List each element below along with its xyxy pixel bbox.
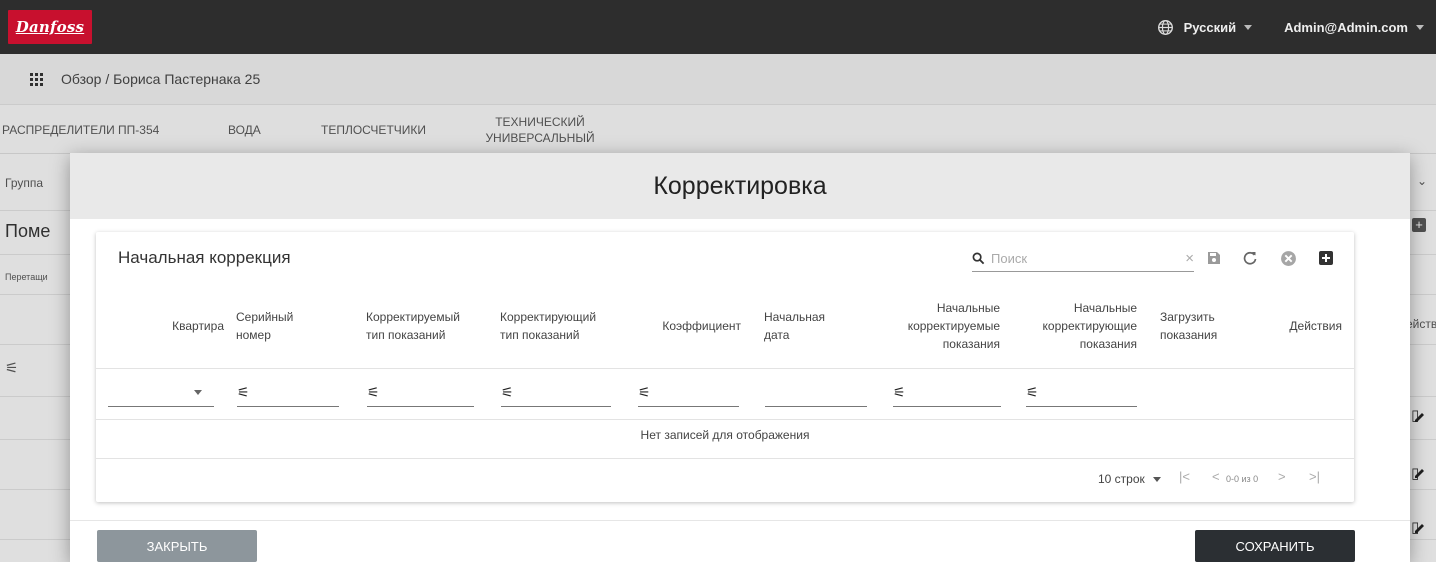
- chevron-down-icon: [194, 390, 202, 395]
- correction-modal: Корректировка Начальная коррекция × Квар…: [70, 153, 1410, 562]
- column-header-apartment[interactable]: Квартира: [151, 317, 224, 335]
- globe-icon: [1157, 19, 1173, 35]
- column-header-upload[interactable]: Загрузить показания: [1160, 308, 1235, 344]
- filter-icon: ⚟: [237, 384, 250, 400]
- clear-search-icon[interactable]: ×: [1185, 250, 1194, 267]
- chevron-down-icon: [1244, 24, 1253, 30]
- cancel-icon[interactable]: [1278, 248, 1298, 268]
- coefficient-filter[interactable]: ⚟: [638, 379, 739, 407]
- filter-divider: [96, 419, 1354, 420]
- correcting-type-filter[interactable]: ⚟: [501, 379, 611, 407]
- filter-icon: ⚟: [893, 384, 906, 400]
- chevron-down-icon: [1152, 476, 1161, 482]
- card-title: Начальная коррекция: [118, 248, 291, 267]
- search-icon: [972, 252, 985, 265]
- search-field: ×: [972, 246, 1194, 272]
- save-icon[interactable]: [1204, 248, 1224, 268]
- top-bar: Danfoss Русский Admin@Admin.com: [0, 0, 1436, 54]
- filter-icon: ⚟: [638, 384, 651, 400]
- rows-per-page-select[interactable]: 10 строк: [1098, 472, 1161, 486]
- column-header-initial-corrected[interactable]: Начальные корректируемые показания: [896, 299, 1000, 353]
- danfoss-logo[interactable]: Danfoss: [8, 10, 92, 44]
- serial-filter[interactable]: ⚟: [237, 379, 339, 407]
- footer-divider: [70, 520, 1410, 521]
- column-header-actions: Действия: [1289, 319, 1342, 333]
- filter-icon: ⚟: [1026, 384, 1039, 400]
- column-header-start-date[interactable]: Начальная дата: [764, 308, 844, 344]
- search-input[interactable]: [991, 251, 1141, 266]
- start-date-filter[interactable]: [765, 379, 867, 407]
- prev-page-icon[interactable]: <: [1212, 469, 1220, 484]
- empty-message: Нет записей для отображения: [640, 428, 810, 442]
- header-divider: [96, 368, 1354, 369]
- refresh-icon[interactable]: [1240, 248, 1260, 268]
- add-icon[interactable]: [1316, 248, 1336, 268]
- body-divider: [96, 458, 1354, 459]
- modal-title: Корректировка: [653, 171, 827, 200]
- user-name: Admin@Admin.com: [1284, 19, 1408, 35]
- initial-corrected-filter[interactable]: ⚟: [893, 379, 1001, 407]
- column-header-serial[interactable]: Серийный номер: [236, 308, 306, 344]
- top-right-controls: Русский Admin@Admin.com: [1157, 0, 1424, 54]
- close-button[interactable]: ЗАКРЫТЬ: [97, 530, 257, 562]
- next-page-icon[interactable]: >: [1278, 469, 1286, 484]
- save-button[interactable]: СОХРАНИТЬ: [1195, 530, 1355, 562]
- language-label: Русский: [1183, 19, 1237, 35]
- filter-icon: ⚟: [501, 384, 514, 400]
- rows-per-page-label: 10 строк: [1098, 472, 1145, 486]
- column-header-corrected-type[interactable]: Корректируемый тип показаний: [366, 308, 476, 344]
- logo-text: Danfoss: [15, 18, 85, 36]
- apartment-filter-select[interactable]: [108, 379, 214, 407]
- initial-correcting-filter[interactable]: ⚟: [1026, 379, 1137, 407]
- language-selector[interactable]: Русский: [1157, 19, 1253, 36]
- filter-icon: ⚟: [367, 384, 380, 400]
- chevron-down-icon: [1416, 24, 1424, 30]
- column-header-coefficient[interactable]: Коэффициент: [656, 317, 741, 335]
- last-page-icon[interactable]: >|: [1309, 469, 1320, 484]
- corrected-type-filter[interactable]: ⚟: [367, 379, 474, 407]
- modal-header: Корректировка: [70, 153, 1410, 219]
- page-range: 0-0 из 0: [1226, 474, 1259, 484]
- first-page-icon[interactable]: |<: [1179, 469, 1190, 484]
- initial-correction-table: Начальная коррекция × Квартира Серийный …: [96, 232, 1354, 502]
- column-header-correcting-type[interactable]: Корректирующий тип показаний: [500, 308, 610, 344]
- column-header-initial-correcting[interactable]: Начальные корректирующие показания: [1031, 299, 1137, 353]
- user-menu[interactable]: Admin@Admin.com: [1284, 20, 1424, 35]
